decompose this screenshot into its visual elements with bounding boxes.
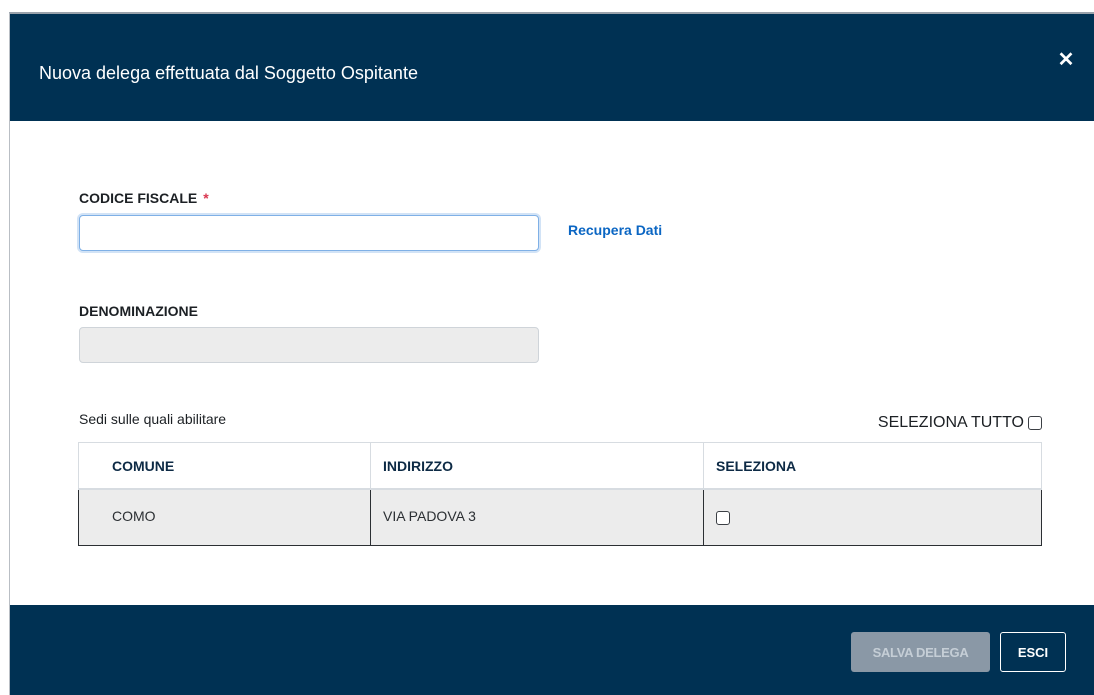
salva-delega-button[interactable]: SALVA DELEGA [851,632,990,672]
page: Nuova delega effettuata dal Soggetto Osp… [0,0,1094,695]
denominazione-input [79,327,539,363]
modal-footer: SALVA DELEGA ESCI [10,605,1094,695]
backdrop-strip [0,0,1094,12]
modal-dialog: Nuova delega effettuata dal Soggetto Osp… [9,12,1094,695]
sedi-label: Sedi sulle quali abilitare [79,411,227,427]
esci-button[interactable]: ESCI [1000,632,1066,672]
row-select-checkbox[interactable] [716,511,730,525]
select-all-label: SELEZIONA TUTTO [877,414,1024,431]
denominazione-label: DENOMINAZIONE [79,303,198,319]
select-all-checkbox[interactable] [1028,416,1042,430]
modal-title: Nuova delega effettuata dal Soggetto Osp… [39,63,418,83]
recupera-dati-link[interactable]: Recupera Dati [568,222,662,238]
close-icon[interactable]: ✕ [1056,50,1076,70]
table-row: COMO VIA PADOVA 3 [78,490,1042,546]
cell-indirizzo: VIA PADOVA 3 [371,490,704,545]
cell-seleziona [704,490,1041,545]
cell-comune: COMO [79,490,371,545]
column-header-seleziona[interactable]: SELEZIONA [704,443,1041,488]
sedi-table: COMUNE INDIRIZZO SELEZIONA COMO VIA PADO… [78,442,1042,546]
column-header-comune[interactable]: COMUNE [79,443,371,488]
select-all: SELEZIONA TUTTO [878,414,1042,432]
codice-fiscale-input[interactable] [79,215,539,251]
modal-header: Nuova delega effettuata dal Soggetto Osp… [10,14,1094,121]
codice-fiscale-label: CODICE FISCALE * [79,190,209,206]
codice-fiscale-label-text: CODICE FISCALE [79,190,198,206]
required-marker: * [203,190,209,206]
column-header-indirizzo[interactable]: INDIRIZZO [371,443,704,488]
table-header: COMUNE INDIRIZZO SELEZIONA [79,442,1041,490]
